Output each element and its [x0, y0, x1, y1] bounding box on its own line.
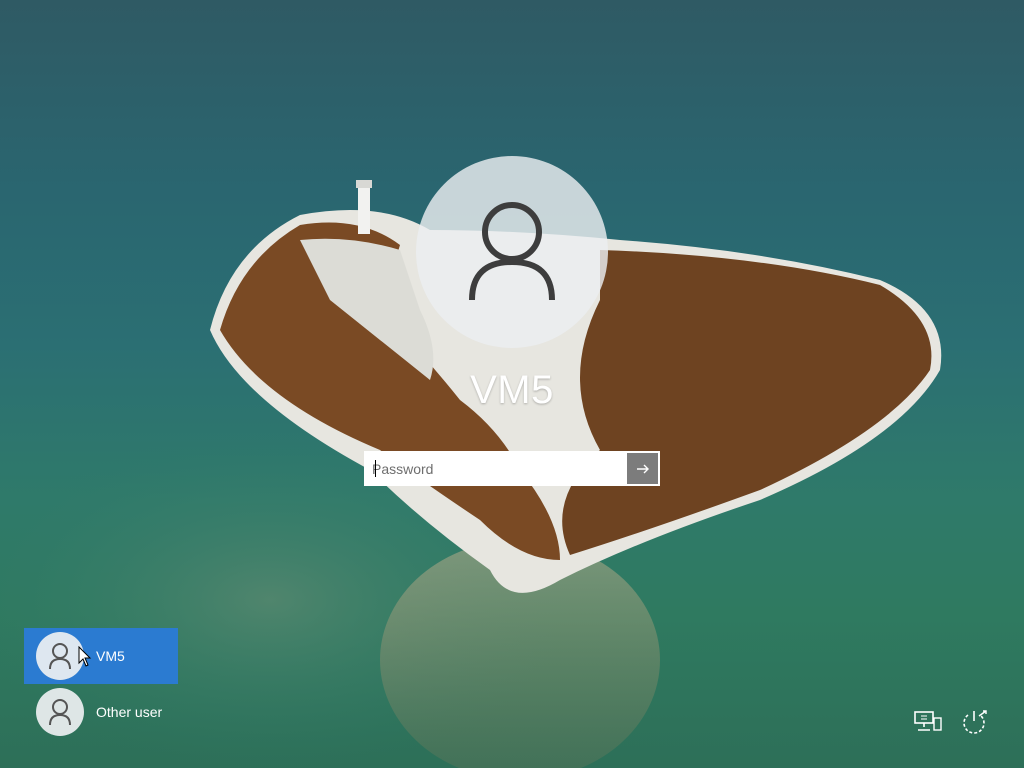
user-switcher-list: VM5 Other user	[24, 628, 224, 740]
user-silhouette-icon	[36, 632, 84, 680]
power-icon[interactable]	[958, 706, 990, 738]
user-silhouette-icon	[469, 202, 555, 301]
password-input[interactable]	[366, 453, 627, 484]
username-label: VM5	[470, 368, 554, 412]
password-field-container	[364, 451, 660, 486]
mouse-cursor-icon	[78, 646, 92, 667]
user-tile-vm5[interactable]: VM5	[24, 628, 178, 684]
user-silhouette-icon	[36, 688, 84, 736]
lock-screen: VM5 VM5 Other user	[0, 0, 1024, 768]
network-icon[interactable]	[912, 706, 944, 738]
arrow-right-icon	[636, 464, 649, 473]
user-avatar	[416, 156, 608, 348]
text-caret	[375, 460, 376, 477]
user-tile-label: Other user	[96, 704, 163, 720]
user-tile-label: VM5	[96, 648, 125, 664]
submit-button[interactable]	[627, 453, 658, 484]
user-tile-other-user[interactable]: Other user	[24, 684, 178, 740]
